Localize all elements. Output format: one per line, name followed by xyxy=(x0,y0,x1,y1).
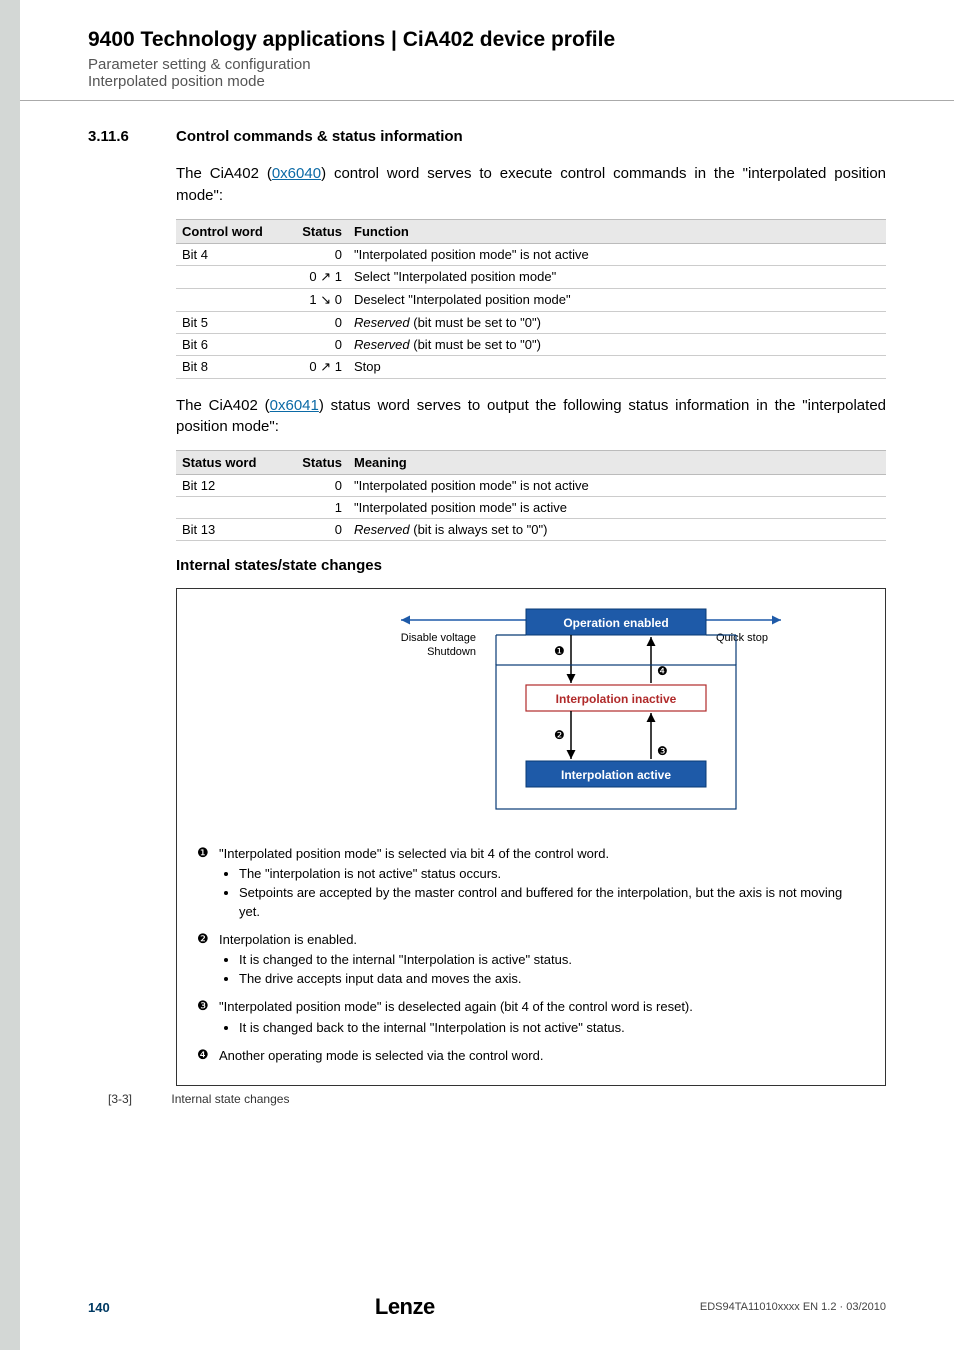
t1-h2: Status xyxy=(276,219,348,243)
header-title: 9400 Technology applications | CiA402 de… xyxy=(88,28,924,52)
header-sub2: Interpolated position mode xyxy=(88,73,924,90)
legend-bullet: The drive accepts input data and moves t… xyxy=(239,970,865,988)
legend-num-4: ❹ xyxy=(197,1047,219,1065)
legend-item-2: ❷ Interpolation is enabled. It is change… xyxy=(197,931,865,993)
control-word-table: Control word Status Function Bit 40"Inte… xyxy=(176,219,886,379)
intro2-pre: The CiA402 ( xyxy=(176,397,270,414)
marker-3: ❸ xyxy=(657,744,668,758)
table-row: Bit 40"Interpolated position mode" is no… xyxy=(176,243,886,265)
t2-h2: Status xyxy=(276,451,348,475)
state-operation-enabled: Operation enabled xyxy=(563,616,668,630)
legend-head-3: "Interpolated position mode" is deselect… xyxy=(219,999,693,1014)
marker-2: ❷ xyxy=(554,728,565,742)
label-quick-stop: Quick stop xyxy=(716,632,768,644)
caption-text: Internal state changes xyxy=(171,1092,289,1106)
legend-head-4: Another operating mode is selected via t… xyxy=(219,1048,543,1063)
legend-item-4: ❹ Another operating mode is selected via… xyxy=(197,1047,865,1065)
legend-head-2: Interpolation is enabled. xyxy=(219,932,357,947)
intro-paragraph-2: The CiA402 (0x6041) status word serves t… xyxy=(176,395,886,439)
state-diagram-svg: Disable voltage Shutdown Quick stop Oper… xyxy=(271,605,791,825)
legend-num-2: ❷ xyxy=(197,931,219,993)
t2-h1: Status word xyxy=(176,451,276,475)
t2-h3: Meaning xyxy=(348,451,886,475)
table-row: 1 ↘ 0Deselect "Interpolated position mod… xyxy=(176,288,886,311)
content-area: 3.11.6 Control commands & status informa… xyxy=(88,128,886,1106)
state-diagram-figure: Disable voltage Shutdown Quick stop Oper… xyxy=(176,588,886,1086)
legend-num-3: ❸ xyxy=(197,998,219,1040)
section-number: 3.11.6 xyxy=(88,128,176,145)
state-interpolation-active: Interpolation active xyxy=(561,768,671,782)
lenze-logo: Lenze xyxy=(375,1294,435,1320)
status-word-table: Status word Status Meaning Bit 120"Inter… xyxy=(176,450,886,541)
t1-h1: Control word xyxy=(176,219,276,243)
document-id: EDS94TA11010xxxx EN 1.2 · 03/2010 xyxy=(700,1301,886,1313)
table-row: 0 ↗ 1Select "Interpolated position mode" xyxy=(176,265,886,288)
table-row: Bit 60Reserved (bit must be set to "0") xyxy=(176,333,886,355)
legend-bullet: It is changed to the internal "Interpola… xyxy=(239,951,865,969)
legend-bullet: Setpoints are accepted by the master con… xyxy=(239,884,865,920)
table-row: Bit 50Reserved (bit must be set to "0") xyxy=(176,311,886,333)
subheading-internal-states: Internal states/state changes xyxy=(176,557,886,574)
legend-item-1: ❶ "Interpolated position mode" is select… xyxy=(197,845,865,925)
caption-num: [3-3] xyxy=(108,1092,132,1106)
header-sub1: Parameter setting & configuration xyxy=(88,56,924,73)
legend-item-3: ❸ "Interpolated position mode" is desele… xyxy=(197,998,865,1040)
table-row: Bit 120"Interpolated position mode" is n… xyxy=(176,475,886,497)
page-header: 9400 Technology applications | CiA402 de… xyxy=(20,0,954,101)
intro1-pre: The CiA402 ( xyxy=(176,165,272,182)
section-title: Control commands & status information xyxy=(176,128,463,145)
page-number: 140 xyxy=(88,1300,110,1315)
section-heading: 3.11.6 Control commands & status informa… xyxy=(88,128,886,145)
link-0x6040[interactable]: 0x6040 xyxy=(272,165,321,182)
intro-paragraph-1: The CiA402 (0x6040) control word serves … xyxy=(176,163,886,207)
state-interpolation-inactive: Interpolation inactive xyxy=(556,692,677,706)
label-disable-voltage: Disable voltage xyxy=(401,632,476,644)
link-0x6041[interactable]: 0x6041 xyxy=(270,397,319,414)
page-footer: 140 Lenze EDS94TA11010xxxx EN 1.2 · 03/2… xyxy=(88,1294,886,1320)
table-row: Bit 80 ↗ 1Stop xyxy=(176,355,886,378)
legend-num-1: ❶ xyxy=(197,845,219,925)
marker-1: ❶ xyxy=(554,644,565,658)
table-row: 1"Interpolated position mode" is active xyxy=(176,497,886,519)
left-margin-bar xyxy=(0,0,20,1350)
table-row: Bit 130Reserved (bit is always set to "0… xyxy=(176,519,886,541)
t1-h3: Function xyxy=(348,219,886,243)
legend-bullet: It is changed back to the internal "Inte… xyxy=(239,1019,865,1037)
legend-head-1: "Interpolated position mode" is selected… xyxy=(219,846,609,861)
figure-caption: [3-3] Internal state changes xyxy=(108,1092,886,1106)
label-shutdown: Shutdown xyxy=(427,646,476,658)
legend-bullet: The "interpolation is not active" status… xyxy=(239,865,865,883)
marker-4: ❹ xyxy=(657,664,668,678)
